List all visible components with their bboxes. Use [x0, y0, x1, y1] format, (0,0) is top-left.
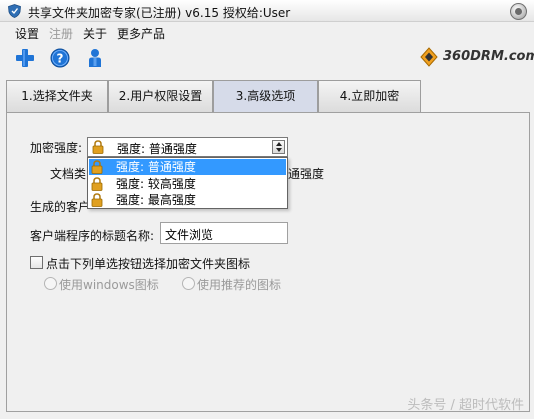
- client-name-label: 生成的客户: [30, 200, 91, 214]
- folder-icon-checkbox-label: 点击下列单选按钮选择加密文件夹图标: [46, 257, 251, 271]
- shield-icon: [8, 4, 21, 18]
- tab-advanced-options[interactable]: 3.高级选项: [213, 80, 318, 113]
- close-button[interactable]: [510, 3, 527, 20]
- lock-icon: [91, 193, 103, 211]
- strength-option[interactable]: 强度: 较高强度: [89, 176, 286, 192]
- strength-select[interactable]: 强度: 普通强度: [87, 137, 288, 157]
- add-icon[interactable]: [14, 47, 36, 69]
- strength-dropdown-list: 强度: 普通强度 强度: 较高强度 强度: 最高强度: [87, 157, 288, 209]
- logo-icon: [418, 46, 440, 71]
- doc-type-value: 通强度: [288, 167, 325, 181]
- radio-recommended-icon-label: 使用推荐的图标: [197, 278, 282, 292]
- strength-option[interactable]: 强度: 普通强度: [89, 159, 286, 175]
- menu-register[interactable]: 注册: [49, 25, 73, 42]
- folder-icon-checkbox[interactable]: [30, 256, 43, 269]
- tab-user-permissions[interactable]: 2.用户权限设置: [108, 80, 213, 112]
- radio-windows-icon[interactable]: [44, 277, 57, 290]
- strength-option-label: 强度: 普通强度: [116, 160, 196, 174]
- strength-option[interactable]: 强度: 最高强度: [89, 192, 286, 208]
- strength-label: 加密强度:: [30, 141, 83, 155]
- menu-bar: 设置 注册 关于 更多产品: [0, 22, 534, 42]
- strength-option-label: 强度: 较高强度: [116, 177, 196, 191]
- watermark: 头条号 / 超时代软件: [407, 398, 524, 413]
- doc-type-label: 文档类: [50, 167, 87, 181]
- strength-value: 强度: 普通强度: [117, 142, 197, 156]
- client-title-input[interactable]: 文件浏览: [160, 222, 288, 244]
- spin-arrows-icon[interactable]: [272, 140, 285, 154]
- brand-logo: 360DRM.com: [418, 46, 534, 71]
- user-icon[interactable]: [84, 47, 106, 69]
- menu-about[interactable]: 关于: [83, 25, 107, 42]
- menu-more-products[interactable]: 更多产品: [117, 25, 165, 42]
- tab-select-folder[interactable]: 1.选择文件夹: [6, 80, 108, 112]
- radio-recommended-icon[interactable]: [182, 277, 195, 290]
- tab-encrypt-now[interactable]: 4.立即加密: [318, 80, 421, 112]
- client-title-value: 文件浏览: [165, 228, 214, 242]
- radio-windows-icon-label: 使用windows图标: [59, 278, 159, 292]
- menu-settings[interactable]: 设置: [15, 25, 39, 42]
- client-title-label: 客户端程序的标题名称:: [30, 229, 155, 243]
- lock-icon: [92, 140, 104, 157]
- window-title: 共享文件夹加密专家(已注册) v6.15 授权给:User: [28, 6, 291, 20]
- svg-text:?: ?: [57, 52, 64, 66]
- title-bar: 共享文件夹加密专家(已注册) v6.15 授权给:User: [0, 0, 534, 22]
- help-icon[interactable]: ?: [49, 47, 71, 69]
- brand-text: 360DRM.com: [443, 49, 534, 64]
- strength-option-label: 强度: 最高强度: [116, 193, 196, 207]
